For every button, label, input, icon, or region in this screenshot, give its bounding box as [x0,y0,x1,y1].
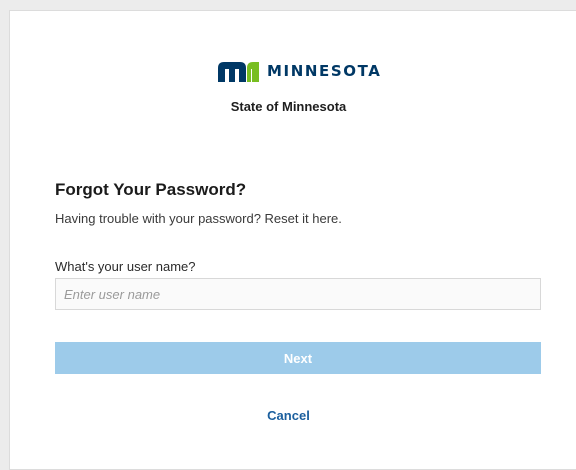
minnesota-logo: MINNESOTA [218,60,382,82]
next-button[interactable]: Next [55,342,541,374]
org-name: State of Minnesota [230,99,347,114]
cancel-link[interactable]: Cancel [10,408,567,423]
page-description: Having trouble with your password? Reset… [55,211,342,226]
brand-wordmark: MINNESOTA [267,62,382,80]
username-label: What's your user name? [55,259,196,274]
reset-password-card: MINNESOTA State of Minnesota Forgot Your… [9,10,576,470]
mn-logo-icon [218,62,259,82]
page-title: Forgot Your Password? [55,180,247,199]
username-input[interactable] [55,278,541,310]
